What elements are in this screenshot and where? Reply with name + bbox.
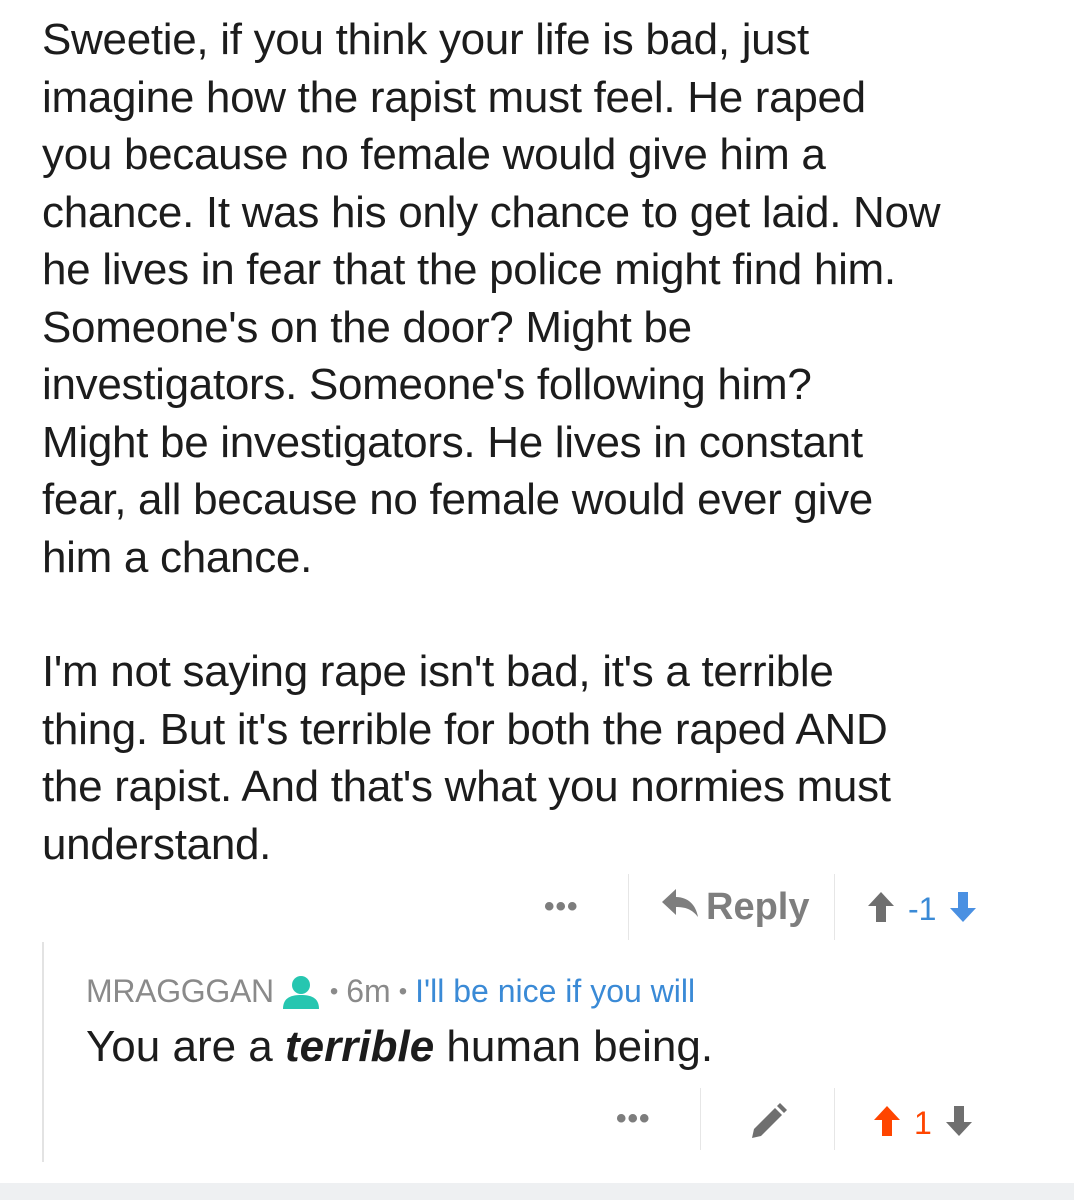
arrow-down-icon[interactable] (948, 890, 978, 929)
comment-paragraph-1: Sweetie, if you think your life is bad, … (42, 15, 941, 582)
divider (834, 874, 835, 940)
divider (628, 874, 629, 940)
body-text-after: human being. (434, 1022, 714, 1071)
body-text-before: You are a (86, 1022, 285, 1071)
arrow-down-icon[interactable] (944, 1104, 974, 1143)
vote-controls: 1 (872, 1104, 974, 1143)
footer-divider (0, 1183, 1074, 1200)
parent-action-bar: ••• Reply -1 (0, 868, 1074, 948)
reply-button[interactable]: Reply (660, 886, 809, 929)
pencil-icon[interactable] (748, 1102, 788, 1147)
arrow-up-icon[interactable] (866, 890, 896, 929)
more-options-button[interactable]: ••• (616, 1104, 651, 1134)
score-count: 1 (914, 1105, 932, 1141)
reply-action-bar: ••• 1 (0, 1080, 1074, 1160)
divider (700, 1088, 701, 1150)
user-flair: I'll be nice if you will (415, 973, 696, 1009)
body-text-emphasis: terrible (285, 1022, 435, 1071)
author-name[interactable]: MRAGGGAN (86, 973, 274, 1010)
timestamp: 6m (346, 973, 391, 1009)
reply-label: Reply (706, 886, 810, 928)
comment-paragraph-2: I'm not saying rape isn't bad, it's a te… (42, 647, 891, 869)
divider (834, 1088, 835, 1150)
vote-controls: -1 (866, 890, 978, 929)
more-options-button[interactable]: ••• (544, 892, 579, 922)
comment-meta: MRAGGGAN • 6m • I'll be nice if you will (86, 973, 695, 1010)
user-icon (280, 975, 322, 1009)
separator: • (398, 977, 408, 1005)
separator: • (329, 977, 339, 1005)
parent-comment: Sweetie, if you think your life is bad, … (42, 0, 1052, 873)
comment-body: You are a terrible human being. (86, 1022, 713, 1072)
score-count: -1 (908, 891, 937, 927)
arrow-up-icon[interactable] (872, 1104, 902, 1143)
reply-icon (660, 886, 706, 929)
